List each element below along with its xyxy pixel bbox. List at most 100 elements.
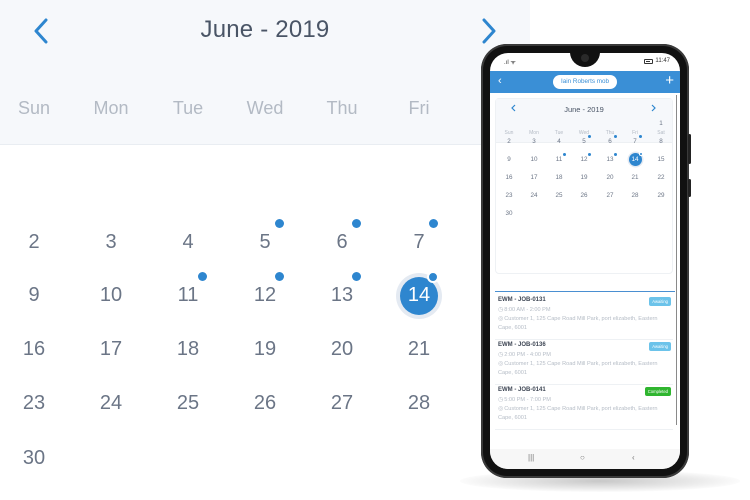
day-number: 3 (105, 231, 117, 253)
calendar-day[interactable]: 21 (394, 332, 444, 366)
calendar-day[interactable]: 28 (394, 386, 444, 420)
status-time: 11:47 (655, 58, 670, 64)
calendar-day[interactable]: 2 (9, 225, 59, 259)
calendar-day[interactable]: 10 (526, 154, 542, 166)
calendar-day[interactable]: 26 (576, 190, 592, 202)
calendar-day[interactable]: 16 (9, 332, 59, 366)
day-number: 27 (330, 392, 354, 414)
calendar-day[interactable]: 24 (526, 190, 542, 202)
calendar-day[interactable]: 19 (240, 332, 290, 366)
status-right: 11:47 (644, 58, 670, 64)
day-number: 12 (253, 284, 277, 306)
calendar-day[interactable]: 11 (163, 272, 213, 312)
calendar-day[interactable]: 30 (9, 441, 59, 475)
calendar-day[interactable]: 7 (627, 135, 643, 148)
calendar-day[interactable]: 15 (653, 154, 669, 166)
phone-next-month-button[interactable] (651, 104, 656, 114)
calendar-day[interactable]: 27 (317, 386, 367, 420)
calendar-day[interactable]: 9 (9, 278, 59, 312)
calendar-day[interactable]: 24 (86, 386, 136, 420)
calendar-day[interactable]: 30 (501, 208, 517, 220)
calendar-day[interactable]: 12 (576, 153, 592, 166)
job-list-item[interactable]: EWM - JOB-0131 ◷8:00 AM - 2:00 PM ◎Custome… (495, 295, 673, 340)
day-number: 23 (22, 392, 46, 414)
job-list-item[interactable]: EWM - JOB-0141 ◷5:00 PM - 7:00 PM ◎Custome… (495, 385, 673, 430)
day-number: 6 (608, 138, 612, 145)
calendar-day[interactable]: 13 (317, 272, 367, 312)
calendar-day[interactable]: 28 (627, 190, 643, 202)
job-list: EWM - JOB-0131 ◷8:00 AM - 2:00 PM ◎Custome… (495, 295, 673, 430)
calendar-day[interactable]: 1 (653, 118, 669, 130)
day-number: 6 (336, 231, 348, 253)
calendar-day[interactable]: 19 (576, 172, 592, 184)
signal-wifi-icon: .ıl ᯤ (504, 60, 516, 66)
day-number: 3 (532, 138, 536, 145)
calendar-day[interactable]: 9 (501, 154, 517, 166)
calendar-day[interactable]: 13 (602, 153, 618, 166)
calendar-day[interactable]: 25 (163, 386, 213, 420)
day-number: 5 (582, 138, 586, 145)
day-number: 16 (22, 338, 46, 360)
scrollbar[interactable] (676, 95, 677, 425)
calendar-day[interactable]: 7 (394, 219, 444, 259)
recents-icon[interactable]: ||| (528, 453, 534, 462)
back-button[interactable]: ‹ (498, 75, 502, 87)
calendar-day[interactable]: 5 (240, 219, 290, 259)
calendar-day[interactable]: 6 (602, 135, 618, 148)
calendar-day[interactable]: 11 (551, 153, 567, 166)
event-dot-icon (614, 135, 617, 138)
day-number: 10 (99, 284, 123, 306)
battery-icon (644, 58, 654, 64)
day-number: 25 (176, 392, 200, 414)
day-number: 21 (407, 338, 431, 360)
calendar-day[interactable]: 4 (551, 136, 567, 148)
day-number: 5 (259, 231, 271, 253)
back-nav-icon[interactable]: ‹ (632, 453, 635, 462)
job-time-text: 8:00 AM - 2:00 PM (504, 307, 551, 313)
day-number: 11 (177, 284, 199, 306)
calendar-day[interactable]: 26 (240, 386, 290, 420)
calendar-day[interactable]: 6 (317, 219, 367, 259)
home-icon[interactable]: ○ (580, 453, 585, 462)
calendar-day[interactable]: 16 (501, 172, 517, 184)
selected-day[interactable]: 14 (627, 152, 643, 166)
day-number: 26 (253, 392, 277, 414)
calendar-day[interactable]: 23 (501, 190, 517, 202)
job-address-text: Customer 1, 125 Cape Road Mill Park, por… (498, 316, 658, 331)
calendar-day[interactable]: 29 (653, 190, 669, 202)
job-time: ◷5:00 PM - 7:00 PM (498, 396, 670, 403)
calendar-day[interactable]: 23 (9, 386, 59, 420)
phone-volume-button (688, 134, 691, 164)
add-button[interactable]: + (665, 72, 674, 89)
calendar-day[interactable]: 27 (602, 190, 618, 202)
calendar-day[interactable]: 17 (86, 332, 136, 366)
calendar-day[interactable]: 2 (501, 136, 517, 148)
day-number: 26 (580, 192, 588, 199)
calendar-day[interactable]: 10 (86, 278, 136, 312)
calendar-day[interactable]: 22 (653, 172, 669, 184)
calendar-day[interactable]: 21 (627, 172, 643, 184)
calendar-day[interactable]: 3 (526, 136, 542, 148)
calendar-day[interactable]: 8 (653, 136, 669, 148)
day-number: 20 (606, 174, 614, 181)
calendar-day[interactable]: 20 (602, 172, 618, 184)
calendar-day[interactable]: 17 (526, 172, 542, 184)
calendar-day[interactable]: 18 (551, 172, 567, 184)
day-number: 13 (606, 156, 614, 163)
technician-selector[interactable]: Iain Roberts mob (553, 75, 617, 89)
calendar-day[interactable]: 20 (317, 332, 367, 366)
event-dot-icon (588, 153, 591, 156)
clock-icon: ◷ (498, 307, 504, 313)
day-number: 27 (606, 192, 614, 199)
day-number: 2 (28, 231, 40, 253)
event-dot-icon (614, 153, 617, 156)
calendar-day[interactable]: 12 (240, 272, 290, 312)
calendar-day[interactable]: 5 (576, 135, 592, 148)
calendar-day[interactable]: 25 (551, 190, 567, 202)
event-dot-icon (352, 219, 361, 228)
selected-day[interactable]: 14 (394, 271, 444, 319)
calendar-day[interactable]: 3 (86, 225, 136, 259)
job-list-item[interactable]: EWM - JOB-0136 ◷2:00 PM - 4:00 PM ◎Custome… (495, 340, 673, 385)
calendar-day[interactable]: 4 (163, 225, 213, 259)
calendar-day[interactable]: 18 (163, 332, 213, 366)
